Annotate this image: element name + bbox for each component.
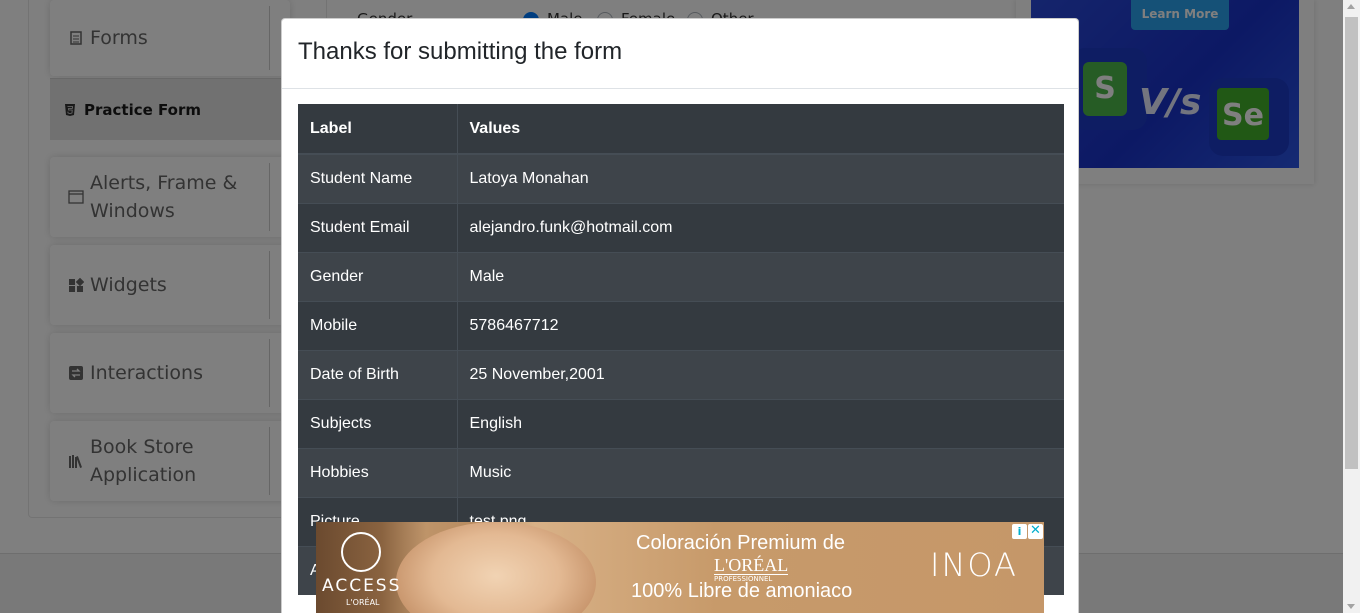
row-label: Mobile (298, 300, 458, 350)
row-value: Male (457, 251, 1064, 301)
table-row: Hobbies Music (298, 447, 1064, 497)
modal-header: Thanks for submitting the form (282, 19, 1078, 89)
row-label: Gender (298, 251, 458, 301)
row-value: Music (457, 447, 1064, 497)
table-row: Gender Male (298, 251, 1064, 301)
ad-close-icon[interactable]: ✕ (1028, 524, 1043, 539)
row-label: Hobbies (298, 447, 458, 497)
scroll-down-arrow-icon[interactable] (1347, 604, 1355, 609)
ad-brand-small: L'ORÉAL (346, 598, 380, 607)
row-value: 25 November,2001 (457, 349, 1064, 399)
table-row: Subjects English (298, 398, 1064, 448)
table-row: Student Name Latoya Monahan (298, 153, 1064, 203)
table-row: Mobile 5786467712 (298, 300, 1064, 350)
row-label: Student Email (298, 202, 458, 252)
modal-title: Thanks for submitting the form (298, 38, 623, 65)
row-label: Student Name (298, 153, 458, 203)
column-header-label: Label (298, 104, 458, 155)
ad-brand-loreal: L'ORÉAL (714, 555, 789, 575)
column-header-values: Values (457, 104, 1064, 155)
ad-brand-access: ACCESS (322, 576, 402, 596)
table-header-row: Label Values (298, 104, 1064, 155)
ad-headline: Coloración Premium de (636, 532, 845, 554)
access-logo-icon (341, 532, 381, 572)
row-value: alejandro.funk@hotmail.com (457, 202, 1064, 252)
ad-subline: 100% Libre de amoniaco (631, 580, 853, 602)
scroll-up-arrow-icon[interactable] (1347, 4, 1355, 9)
row-label: Date of Birth (298, 349, 458, 399)
ad-model-photo (396, 522, 596, 613)
scroll-thumb[interactable] (1345, 17, 1358, 469)
page-scrollbar[interactable] (1343, 0, 1360, 613)
row-value: English (457, 398, 1064, 448)
row-value: Latoya Monahan (457, 153, 1064, 203)
ad-choices-icon[interactable]: i (1012, 524, 1027, 539)
table-row: Date of Birth 25 November,2001 (298, 349, 1064, 399)
row-value: 5786467712 (457, 300, 1064, 350)
bottom-ad-banner[interactable]: ACCESS L'ORÉAL Coloración Premium de L'O… (316, 522, 1044, 613)
ad-product-name: INOA (930, 546, 1018, 584)
row-label: Subjects (298, 398, 458, 448)
table-row: Student Email alejandro.funk@hotmail.com (298, 202, 1064, 252)
